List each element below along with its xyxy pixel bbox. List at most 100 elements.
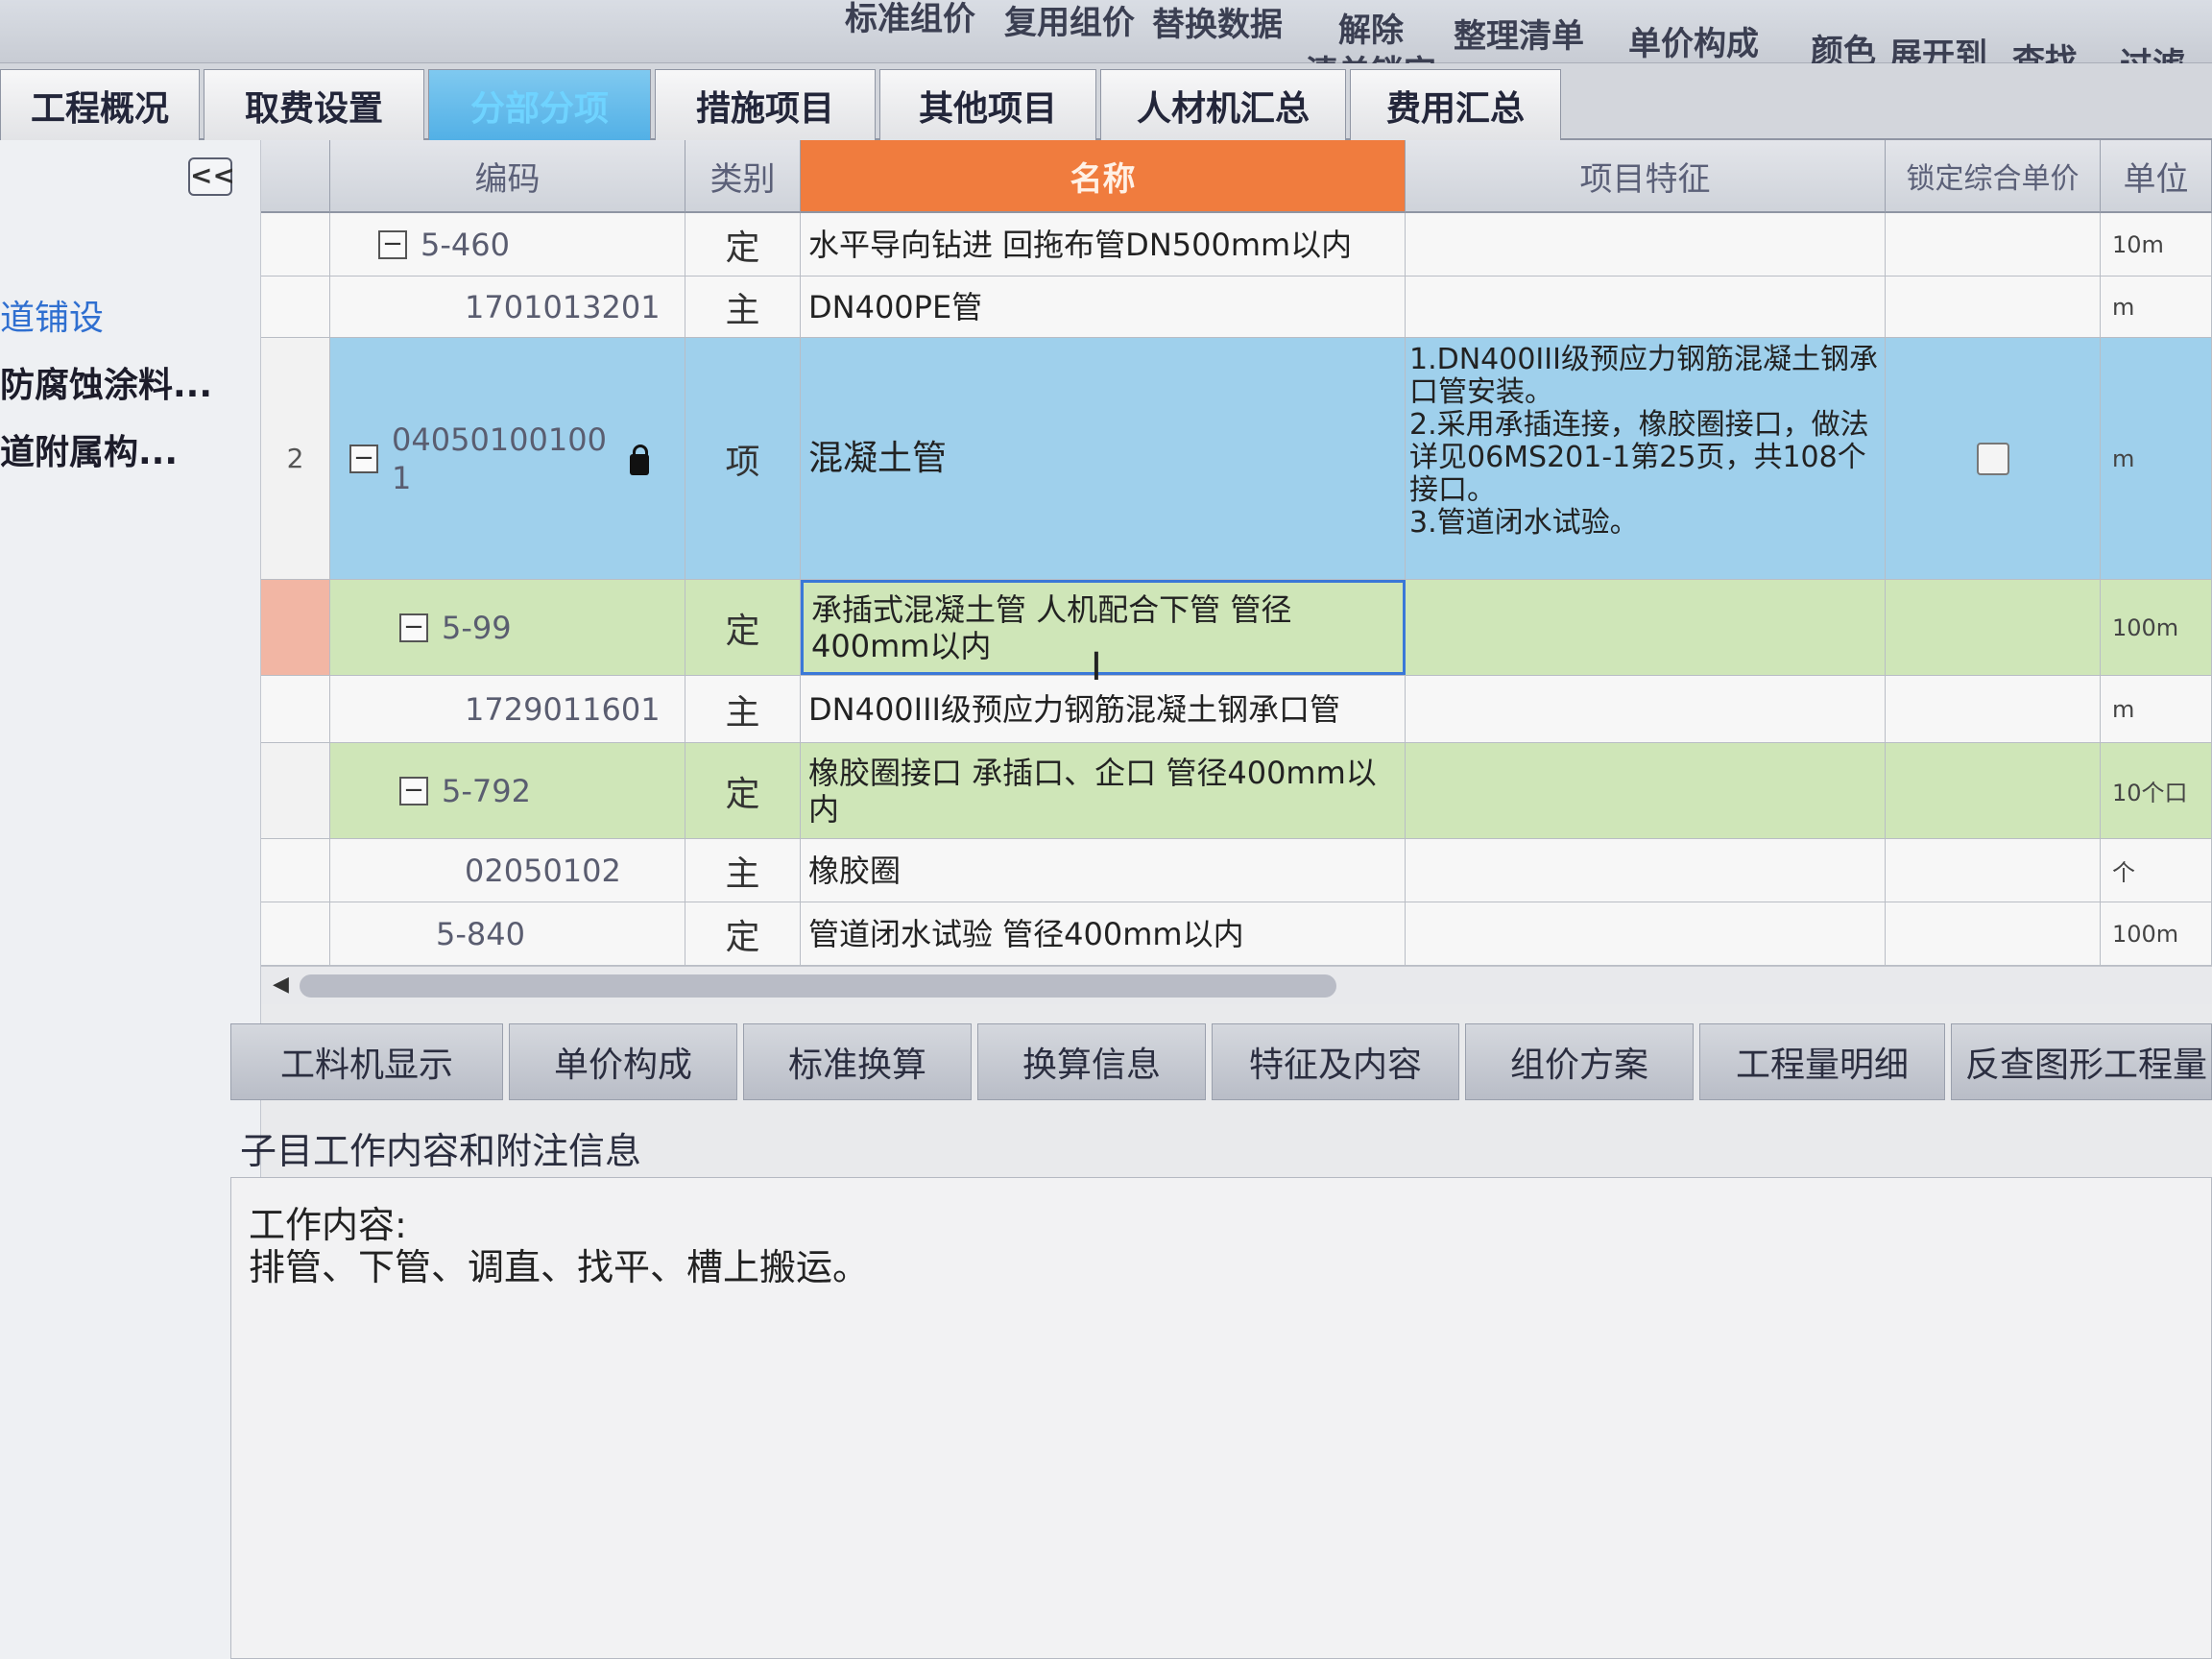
unit-cell[interactable]: 10个口 bbox=[2101, 743, 2212, 838]
tab-measures[interactable]: 措施项目 bbox=[655, 69, 876, 140]
tab-conversion-info[interactable]: 换算信息 bbox=[977, 1023, 1206, 1100]
code-cell[interactable]: 1701013201 bbox=[330, 276, 685, 337]
row-number-header bbox=[261, 140, 330, 213]
code-cell[interactable]: −5-792 bbox=[330, 743, 685, 838]
lock-price-cell[interactable] bbox=[1886, 213, 2101, 276]
row-number-cell bbox=[261, 902, 330, 965]
text-cursor-icon: I bbox=[1091, 645, 1102, 689]
lock-price-cell[interactable] bbox=[1886, 676, 2101, 742]
work-content-text: 排管、下管、调直、找平、槽上搬运。 bbox=[249, 1246, 870, 1288]
name-column-header[interactable]: 名称 bbox=[801, 140, 1406, 213]
scroll-thumb[interactable] bbox=[300, 974, 1336, 998]
tree-item-anticorrosion[interactable]: 防腐蚀涂料... bbox=[0, 357, 212, 407]
row-number-cell bbox=[261, 580, 330, 675]
lock-price-cell[interactable] bbox=[1886, 276, 2101, 337]
code-cell[interactable]: −04050100100 1 bbox=[330, 338, 685, 579]
table-row[interactable]: −5-99 定 承插式混凝土管 人机配合下管 管径400mm以内 100m bbox=[261, 580, 2212, 676]
collapse-toggle-icon[interactable]: − bbox=[399, 613, 428, 642]
feature-cell[interactable] bbox=[1406, 676, 1886, 742]
name-cell[interactable]: 水平导向钻进 回拖布管DN500mm以内 bbox=[801, 213, 1406, 276]
code-text: 5-792 bbox=[442, 772, 531, 809]
tab-sub-items[interactable]: 分部分项 bbox=[428, 69, 651, 140]
code-cell[interactable]: −5-460 bbox=[330, 213, 685, 276]
lock-price-checkbox[interactable] bbox=[1976, 442, 2009, 475]
table-row[interactable]: 02050102 主 橡胶圈 个 bbox=[261, 839, 2212, 902]
detail-section-title: 子目工作内容和附注信息 bbox=[240, 1130, 642, 1172]
collapse-toggle-icon[interactable]: − bbox=[349, 444, 378, 473]
code-cell[interactable]: 02050102 bbox=[330, 839, 685, 902]
tab-quantity-detail[interactable]: 工程量明细 bbox=[1699, 1023, 1945, 1100]
unit-cell[interactable]: m bbox=[2101, 676, 2212, 742]
lock-price-cell[interactable] bbox=[1886, 580, 2101, 675]
detail-content-box[interactable]: 工作内容: 排管、下管、调直、找平、槽上搬运。 bbox=[230, 1177, 2212, 1659]
name-cell[interactable]: 混凝土管 bbox=[801, 338, 1406, 579]
tab-unit-price-structure[interactable]: 单价构成 bbox=[509, 1023, 737, 1100]
table-row[interactable]: 1729011601 主 DN400III级预应力钢筋混凝土钢承口管 m bbox=[261, 676, 2212, 743]
feature-cell[interactable] bbox=[1406, 839, 1886, 902]
unit-column-header[interactable]: 单位 bbox=[2101, 140, 2212, 213]
tab-standard-conversion[interactable]: 标准换算 bbox=[743, 1023, 972, 1100]
feature-line: 2.采用承插连接，橡胶圈接口，做法详见06MS201-1第25页，共108个接口… bbox=[1409, 408, 1869, 507]
table-row[interactable]: 1701013201 主 DN400PE管 m bbox=[261, 276, 2212, 338]
table-row[interactable]: −5-792 定 橡胶圈接口 承插口、企口 管径400mm以内 10个口 bbox=[261, 743, 2212, 839]
lock-price-cell[interactable] bbox=[1886, 338, 2101, 579]
tab-labor-material-summary[interactable]: 人材机汇总 bbox=[1100, 69, 1346, 140]
tab-reverse-lookup[interactable]: 反查图形工程量 bbox=[1951, 1023, 2212, 1100]
name-cell[interactable]: 橡胶圈接口 承插口、企口 管径400mm以内 bbox=[801, 743, 1406, 838]
tab-project-overview[interactable]: 工程概况 bbox=[0, 69, 200, 140]
feature-column-header[interactable]: 项目特征 bbox=[1406, 140, 1886, 213]
type-column-header[interactable]: 类别 bbox=[685, 140, 801, 213]
tab-cost-summary[interactable]: 费用汇总 bbox=[1350, 69, 1561, 140]
feature-cell[interactable] bbox=[1406, 276, 1886, 337]
unit-cell[interactable]: 10m bbox=[2101, 213, 2212, 276]
tab-pricing-scheme[interactable]: 组价方案 bbox=[1465, 1023, 1694, 1100]
code-cell[interactable]: 5-840 bbox=[330, 902, 685, 965]
tab-features-content[interactable]: 特征及内容 bbox=[1212, 1023, 1459, 1100]
feature-cell[interactable] bbox=[1406, 902, 1886, 965]
table-row[interactable]: −5-460 定 水平导向钻进 回拖布管DN500mm以内 10m bbox=[261, 213, 2212, 276]
feature-cell[interactable] bbox=[1406, 213, 1886, 276]
tree-item-pipe-accessories[interactable]: 道附属构... bbox=[0, 424, 178, 474]
type-cell: 主 bbox=[685, 839, 801, 902]
table-row[interactable]: 5-840 定 管道闭水试验 管径400mm以内 100m bbox=[261, 902, 2212, 966]
unit-cell[interactable]: m bbox=[2101, 338, 2212, 579]
feature-cell[interactable] bbox=[1406, 743, 1886, 838]
feature-cell[interactable] bbox=[1406, 580, 1886, 675]
row-number-cell bbox=[261, 213, 330, 276]
lock-price-cell[interactable] bbox=[1886, 902, 2101, 965]
organize-list-button[interactable]: 整理清单 bbox=[1454, 10, 1584, 57]
table-row[interactable]: 2 −04050100100 1 项 混凝土管 1.DN400III级预应力钢筋… bbox=[261, 338, 2212, 580]
replace-data-button[interactable]: 替换数据 bbox=[1152, 0, 1283, 45]
scroll-left-arrow-icon[interactable]: ◀ bbox=[273, 973, 289, 997]
name-cell[interactable]: 管道闭水试验 管径400mm以内 bbox=[801, 902, 1406, 965]
tab-other-items[interactable]: 其他项目 bbox=[879, 69, 1096, 140]
name-cell[interactable]: 橡胶圈 bbox=[801, 839, 1406, 902]
feature-cell[interactable]: 1.DN400III级预应力钢筋混凝土钢承口管安装。 2.采用承插连接，橡胶圈接… bbox=[1406, 338, 1886, 579]
code-text: 5-460 bbox=[421, 226, 510, 263]
collapse-toggle-icon[interactable]: − bbox=[378, 229, 407, 259]
unit-cell[interactable]: 100m bbox=[2101, 902, 2212, 965]
tab-fee-settings[interactable]: 取费设置 bbox=[204, 69, 424, 140]
unit-cell[interactable]: 100m bbox=[2101, 580, 2212, 675]
feature-line: 3.管道闭水试验。 bbox=[1409, 506, 1639, 540]
unit-cell[interactable]: m bbox=[2101, 276, 2212, 337]
name-cell[interactable]: DN400PE管 bbox=[801, 276, 1406, 337]
release-button[interactable]: 解除 bbox=[1338, 4, 1404, 51]
standard-pricing-button[interactable]: 标准组价 bbox=[845, 0, 975, 39]
tab-labor-material-display[interactable]: 工料机显示 bbox=[230, 1023, 503, 1100]
tree-item-pipe-laying[interactable]: 道铺设 bbox=[0, 290, 104, 340]
lock-price-column-header[interactable]: 锁定综合单价 bbox=[1886, 140, 2101, 213]
code-cell[interactable]: 1729011601 bbox=[330, 676, 685, 742]
collapse-panel-button[interactable]: << bbox=[188, 157, 235, 196]
code-column-header[interactable]: 编码 bbox=[330, 140, 685, 213]
horizontal-scrollbar[interactable]: ◀ bbox=[261, 966, 2212, 1004]
collapse-toggle-icon[interactable]: − bbox=[399, 776, 428, 805]
lock-price-cell[interactable] bbox=[1886, 839, 2101, 902]
unit-price-structure-button[interactable]: 单价构成 bbox=[1628, 17, 1759, 64]
lock-price-cell[interactable] bbox=[1886, 743, 2101, 838]
name-cell[interactable]: 承插式混凝土管 人机配合下管 管径400mm以内 bbox=[801, 580, 1406, 675]
unit-cell[interactable]: 个 bbox=[2101, 839, 2212, 902]
code-cell[interactable]: −5-99 bbox=[330, 580, 685, 675]
reuse-pricing-button[interactable]: 复用组价 bbox=[1004, 0, 1135, 43]
name-cell[interactable]: DN400III级预应力钢筋混凝土钢承口管 bbox=[801, 676, 1406, 742]
